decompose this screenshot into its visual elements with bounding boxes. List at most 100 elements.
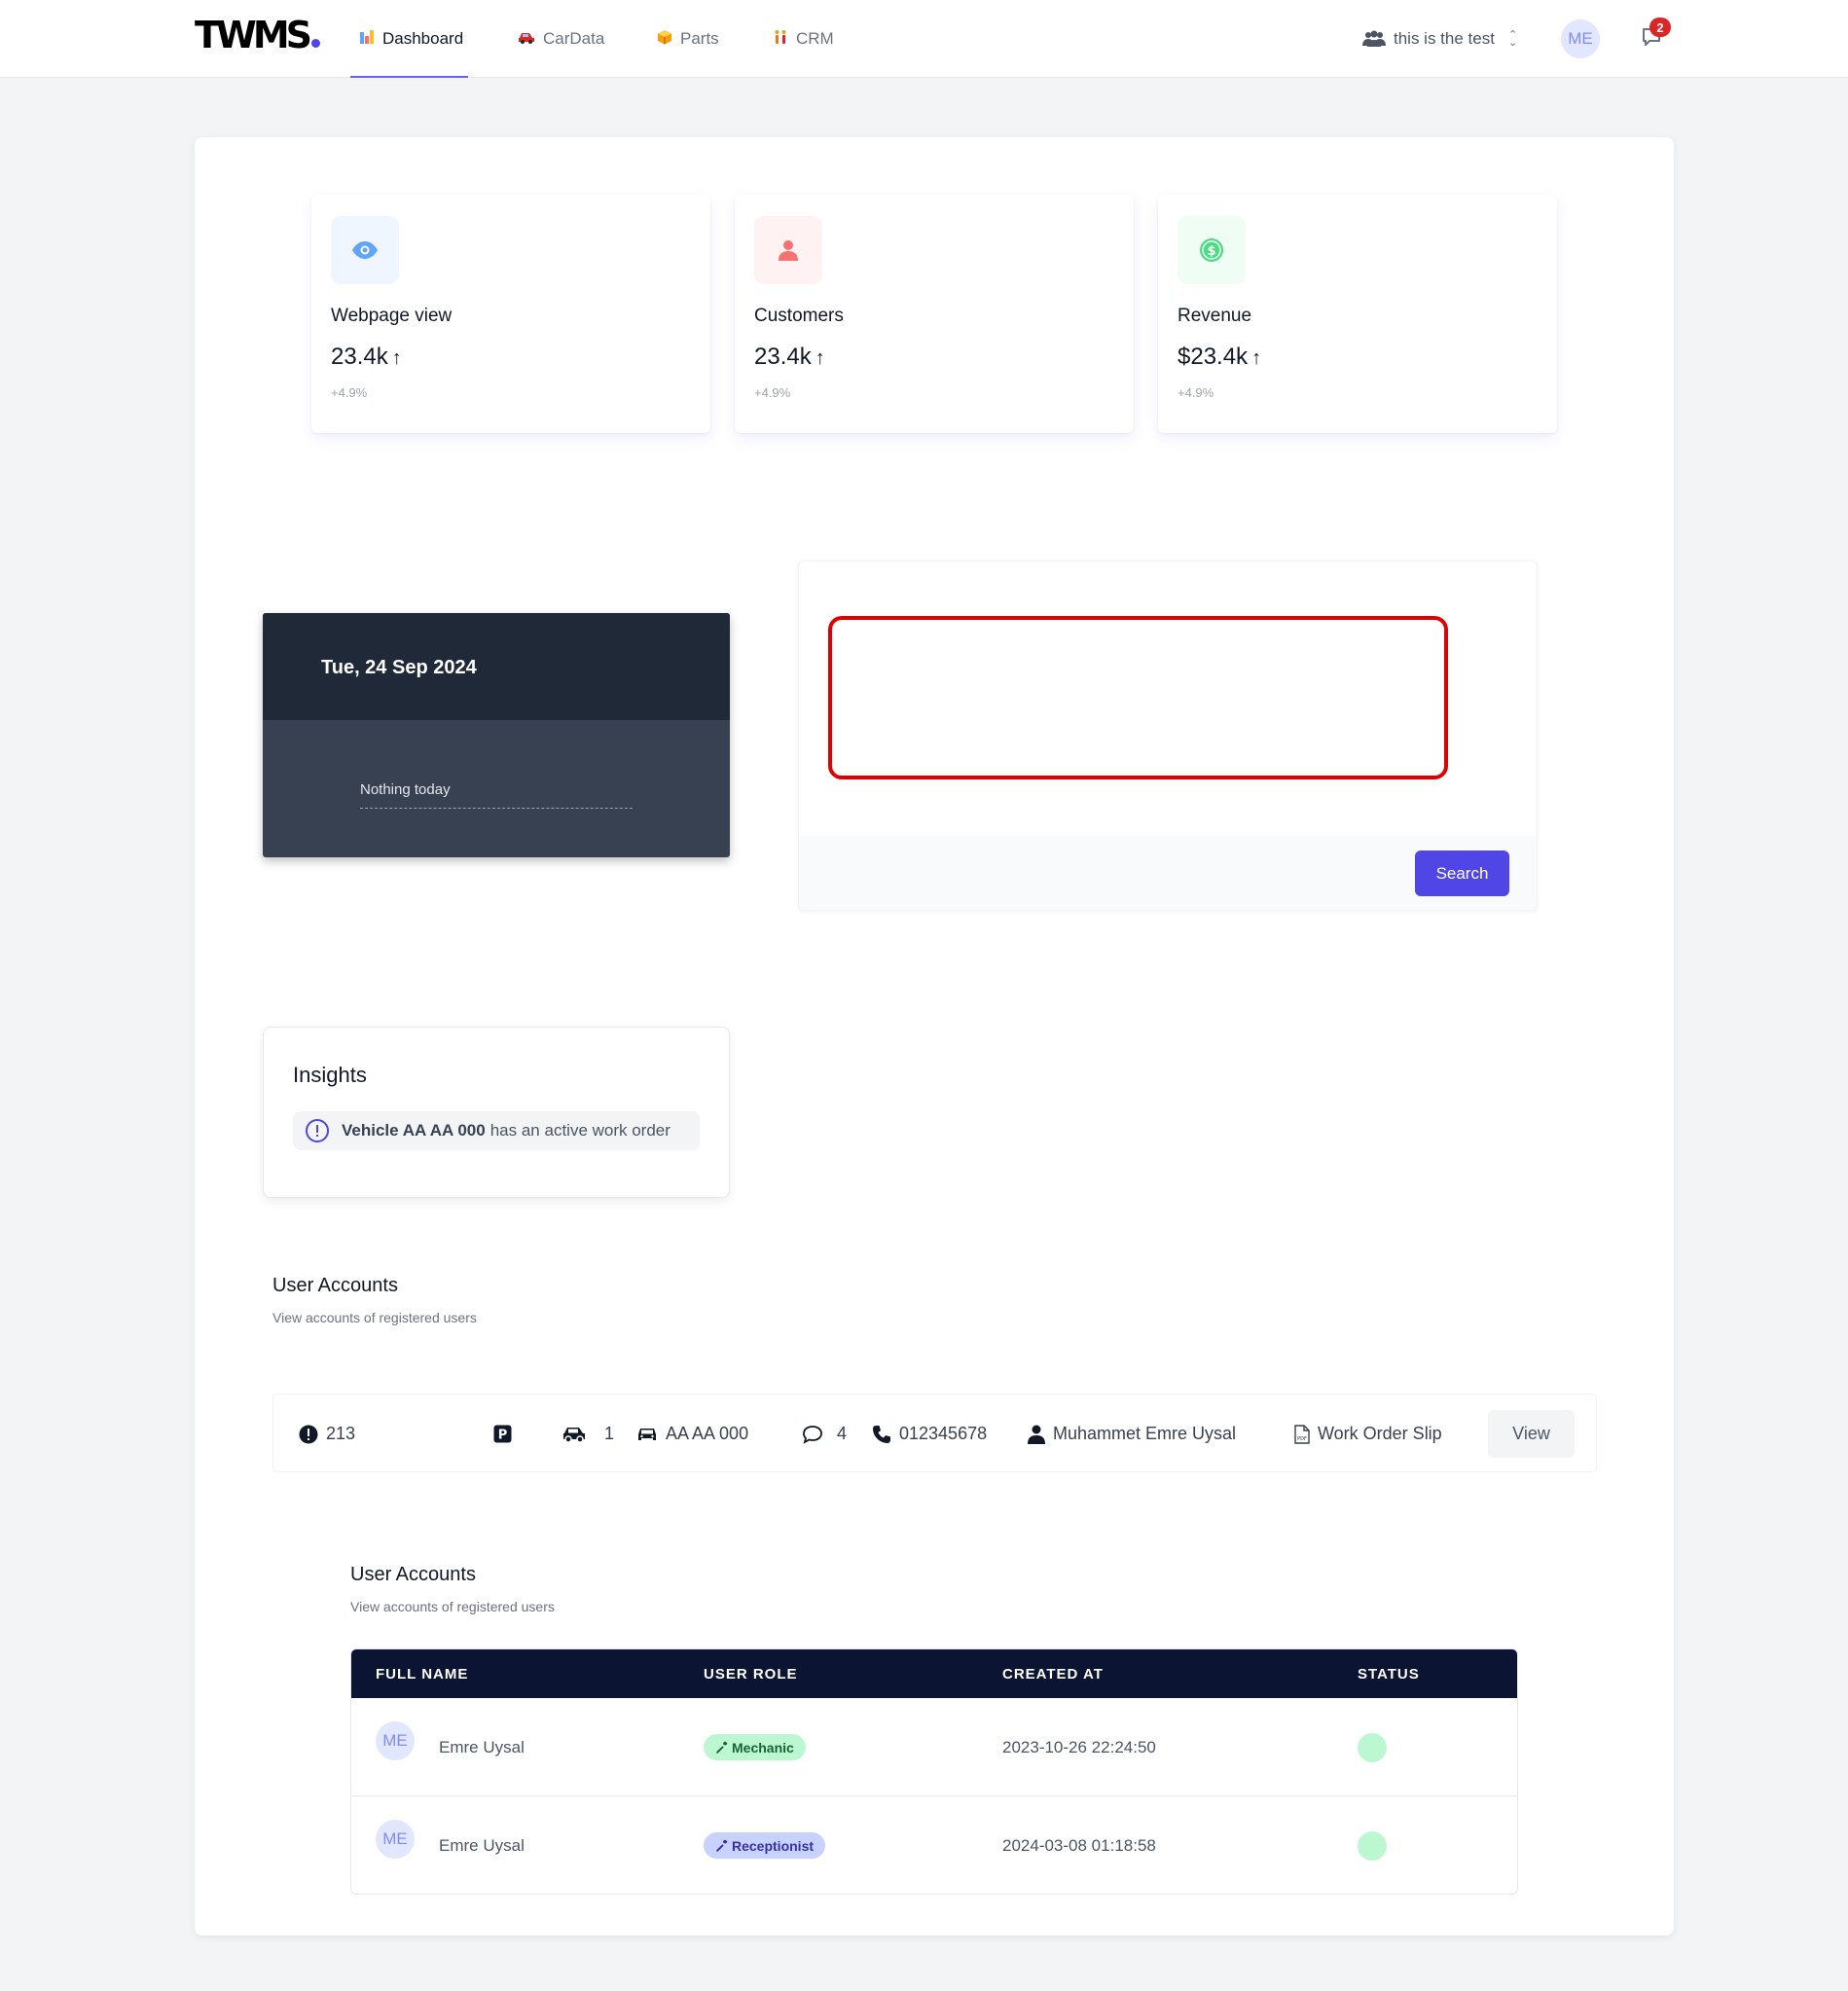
search-button[interactable]: Search bbox=[1415, 851, 1509, 896]
stat-value: 23.4k ↑ bbox=[331, 344, 402, 370]
role-badge: Mechanic bbox=[704, 1734, 806, 1760]
logo[interactable]: TWMS bbox=[195, 14, 321, 56]
stat-change: +4.9% bbox=[754, 385, 791, 400]
insight-message: has an active work order bbox=[489, 1121, 670, 1140]
search-panel: Search bbox=[798, 561, 1538, 911]
car-icon bbox=[518, 30, 535, 48]
info-circle-icon bbox=[306, 1119, 329, 1142]
stat-change: +4.9% bbox=[331, 385, 368, 400]
tab-label: Parts bbox=[680, 29, 719, 48]
stat-value: 23.4k ↑ bbox=[754, 344, 825, 370]
table-row[interactable]: ME Emre Uysal Mechanic 2023-10-26 22:24:… bbox=[351, 1698, 1517, 1796]
team-name: this is the test bbox=[1394, 29, 1495, 48]
phone-icon bbox=[873, 1425, 890, 1443]
section-title: User Accounts bbox=[272, 1275, 398, 1296]
arrow-up-icon: ↑ bbox=[815, 347, 825, 369]
user-full-name: Emre Uysal bbox=[439, 1835, 525, 1855]
top-navbar: TWMS Dashboard CarData Parts CRM this is… bbox=[0, 0, 1848, 78]
tab-label: Dashboard bbox=[382, 29, 464, 48]
arrow-up-icon: ↑ bbox=[391, 347, 402, 369]
insight-item[interactable]: Vehicle AA AA 000 has an active work ord… bbox=[293, 1111, 700, 1150]
arrow-up-icon: ↑ bbox=[1251, 347, 1262, 369]
user-icon bbox=[754, 216, 822, 284]
comment-icon bbox=[803, 1425, 822, 1444]
insights-card: Insights Vehicle AA AA 000 has an active… bbox=[263, 1027, 730, 1198]
stat-value: $23.4k ↑ bbox=[1178, 344, 1262, 370]
work-order-slip-link[interactable]: PDF Work Order Slip bbox=[1294, 1394, 1442, 1473]
calendar-empty-text: Nothing today bbox=[360, 781, 633, 809]
pdf-file-icon: PDF bbox=[1294, 1424, 1310, 1444]
team-icon bbox=[1362, 30, 1386, 47]
eye-icon bbox=[331, 216, 399, 284]
user-role: Mechanic bbox=[704, 1698, 806, 1796]
work-order-row: 213 P 1 AA AA 000 4 012345678 Muhammet E… bbox=[272, 1394, 1597, 1472]
tab-cardata[interactable]: CarData bbox=[518, 0, 604, 78]
table-header: FULL NAME USER ROLE CREATED AT STATUS bbox=[351, 1649, 1517, 1698]
user-role: Receptionist bbox=[704, 1796, 826, 1894]
user-created-at: 2023-10-26 22:24:50 bbox=[1002, 1737, 1156, 1756]
svg-text:$: $ bbox=[1207, 244, 1215, 259]
insight-vehicle: Vehicle AA AA 000 bbox=[342, 1121, 486, 1140]
comment-count: 4 bbox=[802, 1394, 847, 1473]
status-indicator bbox=[1358, 1830, 1387, 1861]
wrench-icon bbox=[716, 1741, 728, 1754]
table-row[interactable]: ME Emre Uysal Receptionist 2024-03-08 01… bbox=[351, 1796, 1517, 1894]
section-subtitle: View accounts of registered users bbox=[350, 1599, 555, 1614]
stat-label: Revenue bbox=[1178, 306, 1252, 326]
insights-title: Insights bbox=[293, 1063, 367, 1087]
tab-dashboard[interactable]: Dashboard bbox=[349, 0, 469, 78]
svg-text:P: P bbox=[498, 1429, 508, 1443]
section-subtitle: View accounts of registered users bbox=[272, 1310, 477, 1325]
notification-badge: 2 bbox=[1649, 18, 1671, 37]
parking-icon: P bbox=[493, 1394, 520, 1473]
calendar-date: Tue, 24 Sep 2024 bbox=[263, 613, 730, 720]
stat-card-revenue: $ Revenue $23.4k ↑ +4.9% bbox=[1158, 195, 1557, 433]
stat-change: +4.9% bbox=[1178, 385, 1214, 400]
customer-name: Muhammet Emre Uysal bbox=[1028, 1394, 1236, 1473]
dollar-icon: $ bbox=[1178, 216, 1246, 284]
search-footer: Search bbox=[799, 836, 1537, 910]
user-created-at: 2024-03-08 01:18:58 bbox=[1002, 1835, 1156, 1855]
work-order-id: 213 bbox=[299, 1394, 355, 1473]
user-accounts-table: FULL NAME USER ROLE CREATED AT STATUS ME… bbox=[350, 1648, 1518, 1895]
wrench-icon bbox=[716, 1839, 728, 1852]
view-button[interactable]: View bbox=[1488, 1410, 1575, 1458]
avatar: ME bbox=[376, 1721, 415, 1760]
stat-label: Webpage view bbox=[331, 306, 453, 326]
car-front-icon bbox=[563, 1427, 585, 1443]
avatar: ME bbox=[376, 1820, 415, 1859]
car-icon bbox=[638, 1428, 656, 1440]
status-cell bbox=[1358, 1698, 1387, 1796]
vehicle-count: 1 bbox=[562, 1394, 614, 1473]
column-header: USER ROLE bbox=[704, 1665, 798, 1683]
column-header: CREATED AT bbox=[1002, 1665, 1104, 1683]
stat-card-webpage-view: Webpage view 23.4k ↑ +4.9% bbox=[311, 195, 710, 433]
column-header: FULL NAME bbox=[376, 1665, 469, 1683]
role-badge: Receptionist bbox=[704, 1832, 826, 1859]
svg-text:PDF: PDF bbox=[1297, 1436, 1307, 1442]
tab-crm[interactable]: CRM bbox=[773, 0, 834, 78]
team-switcher[interactable]: this is the test ⌃ ⌄ bbox=[1362, 25, 1517, 53]
stat-label: Customers bbox=[754, 306, 844, 326]
phone-number: 012345678 bbox=[872, 1394, 987, 1473]
tab-parts[interactable]: Parts bbox=[657, 0, 719, 78]
user-avatar[interactable]: ME bbox=[1561, 19, 1600, 58]
alert-circle-icon bbox=[299, 1425, 318, 1443]
status-cell bbox=[1358, 1796, 1387, 1894]
person-icon bbox=[1028, 1425, 1045, 1444]
tab-label: CarData bbox=[543, 29, 605, 48]
chevron-up-down-icon: ⌃ ⌄ bbox=[1507, 29, 1518, 49]
license-plate: AA AA 000 bbox=[636, 1394, 748, 1473]
calendar-widget: Tue, 24 Sep 2024 Nothing today bbox=[263, 613, 730, 857]
people-icon bbox=[773, 29, 788, 49]
logo-dot bbox=[311, 39, 321, 48]
user-full-name: Emre Uysal bbox=[439, 1737, 525, 1756]
package-icon bbox=[657, 29, 672, 49]
search-input[interactable] bbox=[828, 616, 1448, 779]
column-header: STATUS bbox=[1358, 1665, 1420, 1683]
section-title: User Accounts bbox=[350, 1564, 476, 1585]
status-indicator bbox=[1358, 1732, 1387, 1762]
bar-chart-icon bbox=[359, 29, 375, 49]
stat-card-customers: Customers 23.4k ↑ +4.9% bbox=[735, 195, 1134, 433]
tab-label: CRM bbox=[796, 29, 834, 48]
